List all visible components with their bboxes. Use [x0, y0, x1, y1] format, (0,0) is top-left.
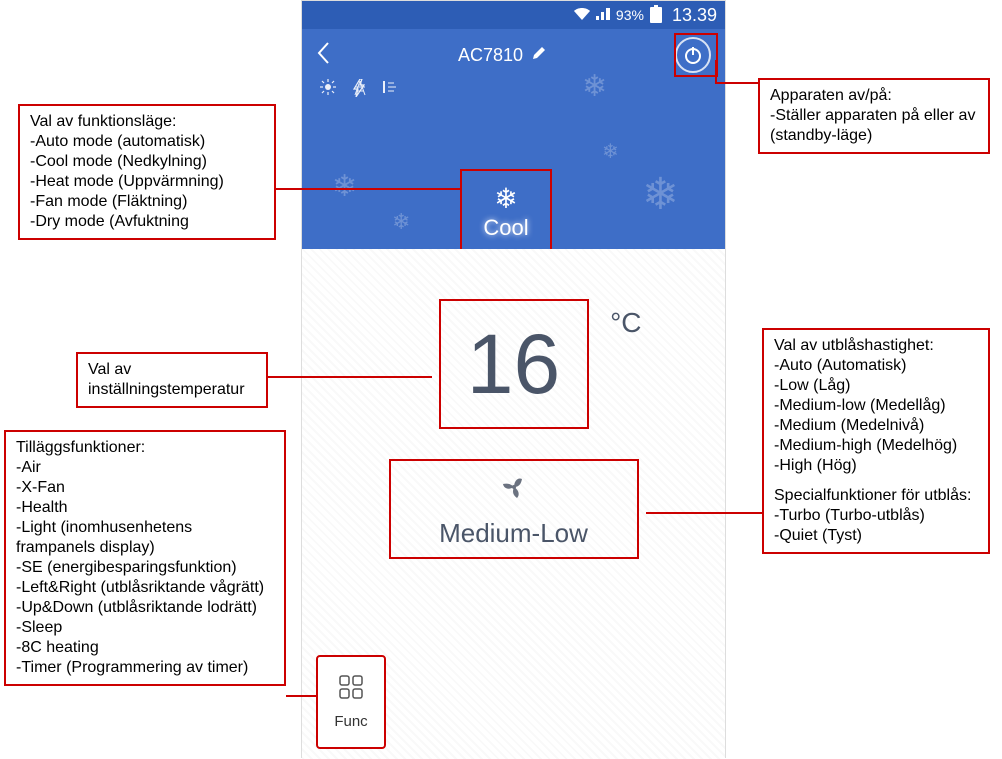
callout-extra-line: -Air — [16, 458, 274, 478]
callout-mode-head: Val av funktionsläge: — [30, 112, 264, 132]
callout-fan-line: -Turbo (Turbo-utblås) — [774, 506, 978, 526]
power-highlight — [674, 33, 718, 77]
callout-fan-line: -Medium (Medelnivå) — [774, 416, 978, 436]
snowflake-decor-icon: ❄ — [582, 69, 607, 104]
snowflake-decor-icon: ❄ — [602, 139, 619, 164]
callout-connector — [717, 82, 759, 84]
snowflake-decor-icon: ❄ — [332, 169, 357, 204]
mode-label: Cool — [483, 215, 528, 241]
header-panel: ❄ ❄ ❄ ❄ ❄ AC7810 — [302, 29, 725, 249]
callout-connector — [286, 695, 316, 697]
func-label: Func — [334, 713, 367, 730]
callout-extra-line: -Left&Right (utblåsriktande vågrätt) — [16, 578, 274, 598]
callout-mode-line: -Heat mode (Uppvärmning) — [30, 172, 264, 192]
grid-icon — [338, 674, 364, 705]
back-button[interactable] — [316, 41, 330, 70]
clock: 13.39 — [672, 5, 717, 26]
callout-temp-text: Val av inställningstemperatur — [88, 360, 256, 400]
fan-speed-label: Medium-Low — [439, 518, 588, 549]
wifi-icon — [574, 7, 590, 23]
callout-fan-line: -Auto (Automatisk) — [774, 356, 978, 376]
callout-power-line: -Ställer apparaten på eller av (standby-… — [770, 106, 978, 146]
status-bar: 93% 13.39 — [302, 1, 725, 29]
callout-extra-line: -8C heating — [16, 638, 274, 658]
feature-icons-row — [302, 75, 725, 106]
temperature-control[interactable]: 16 °C — [439, 299, 589, 429]
battery-percent: 93% — [616, 7, 644, 23]
callout-connector — [268, 376, 432, 378]
callout-extra-line: -Up&Down (utblåsriktande lodrätt) — [16, 598, 274, 618]
callout-extra-line: -Timer (Programmering av timer) — [16, 658, 274, 678]
snowflake-decor-icon: ❄ — [392, 209, 410, 235]
device-title[interactable]: AC7810 — [458, 45, 547, 66]
health-icon[interactable] — [352, 79, 368, 102]
battery-icon — [650, 5, 662, 26]
callout-fan: Val av utblåshastighet: -Auto (Automatis… — [762, 328, 990, 554]
mode-selector[interactable]: ❄ Cool — [460, 169, 552, 249]
edit-icon[interactable] — [531, 45, 547, 66]
callout-temp: Val av inställningstemperatur — [76, 352, 268, 408]
callout-mode-line: -Dry mode (Avfuktning — [30, 212, 264, 232]
callout-connector — [646, 512, 762, 514]
callout-fan-line: -Low (Låg) — [774, 376, 978, 396]
device-name: AC7810 — [458, 45, 523, 66]
fan-icon — [496, 469, 532, 510]
phone-app: 93% 13.39 ❄ ❄ ❄ ❄ ❄ AC7810 — [301, 0, 726, 758]
callout-mode-line: -Auto mode (automatisk) — [30, 132, 264, 152]
fan-speed-selector[interactable]: Medium-Low — [389, 459, 639, 559]
callout-mode-line: -Cool mode (Nedkylning) — [30, 152, 264, 172]
callout-extra-line: -X-Fan — [16, 478, 274, 498]
temperature-value: 16 — [467, 316, 560, 413]
swing-icon[interactable] — [382, 79, 400, 102]
snowflake-icon: ❄ — [494, 182, 517, 215]
callout-fan-line: -Medium-low (Medellåg) — [774, 396, 978, 416]
callout-fan-line: -High (Hög) — [774, 456, 978, 476]
func-button[interactable]: Func — [316, 655, 386, 749]
callout-extra-line: -Sleep — [16, 618, 274, 638]
callout-extra: Tilläggsfunktioner: -Air -X-Fan -Health … — [4, 430, 286, 686]
light-icon[interactable] — [318, 79, 338, 102]
callout-connector — [715, 60, 717, 84]
main-body: 16 °C Medium-Low Func — [302, 249, 725, 759]
callout-fan-line: -Quiet (Tyst) — [774, 526, 978, 546]
callout-extra-line: -Health — [16, 498, 274, 518]
callout-mode-line: -Fan mode (Fläktning) — [30, 192, 264, 212]
snowflake-decor-icon: ❄ — [642, 169, 679, 220]
callout-connector — [276, 188, 460, 190]
callout-extra-head: Tilläggsfunktioner: — [16, 438, 274, 458]
callout-fan-head2: Specialfunktioner för utblås: — [774, 486, 978, 506]
callout-extra-line: -Light (inomhusenhetens frampanels displ… — [16, 518, 274, 558]
temperature-unit: °C — [610, 307, 641, 339]
callout-fan-line: -Medium-high (Medelhög) — [774, 436, 978, 456]
callout-mode: Val av funktionsläge: -Auto mode (automa… — [18, 104, 276, 240]
callout-power-head: Apparaten av/på: — [770, 86, 978, 106]
callout-fan-head: Val av utblåshastighet: — [774, 336, 978, 356]
callout-extra-line: -SE (energibesparingsfunktion) — [16, 558, 274, 578]
callout-power: Apparaten av/på: -Ställer apparaten på e… — [758, 78, 990, 154]
signal-icon — [596, 7, 610, 23]
